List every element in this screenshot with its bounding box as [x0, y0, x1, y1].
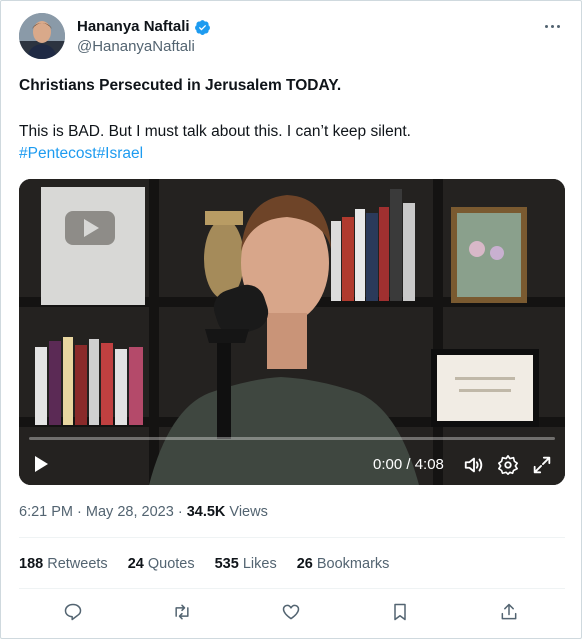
tweet-title: Christians Persecuted in Jerusalem TODAY… — [19, 77, 342, 94]
tweet-date[interactable]: May 28, 2023 — [86, 504, 174, 520]
heart-icon — [282, 604, 300, 620]
bookmark-button[interactable] — [387, 599, 413, 625]
likes-label: Likes — [242, 556, 277, 572]
hashtag-pentecost[interactable]: #Pentecost — [19, 145, 97, 162]
verified-badge-icon — [194, 19, 210, 35]
more-dot — [556, 24, 560, 28]
hashtag-israel[interactable]: #Israel — [97, 145, 144, 162]
avatar-image — [19, 13, 65, 59]
meta-separator: · — [77, 504, 82, 520]
action-bar — [19, 599, 565, 625]
likes-count: 535 — [214, 556, 239, 572]
bookmarks-label: Bookmarks — [316, 556, 390, 572]
tweet-meta: 6:21 PM · May 28, 2023 · 34.5K Views — [19, 502, 268, 522]
tweet-time[interactable]: 6:21 PM — [19, 504, 73, 520]
hashtags: #Pentecost#Israel — [19, 143, 565, 165]
more-options-icon[interactable] — [541, 19, 563, 33]
likes-stat[interactable]: 535 Likes — [215, 554, 277, 574]
progress-bar[interactable] — [29, 437, 555, 440]
display-name[interactable]: Hananya Naftali — [77, 17, 190, 37]
bookmarks-count: 26 — [296, 556, 313, 572]
divider — [19, 537, 565, 538]
bookmarks-stat[interactable]: 26 Bookmarks — [297, 554, 390, 574]
gear-icon[interactable] — [497, 454, 519, 476]
views-label: Views — [229, 504, 268, 520]
video-controls: 0:00 / 4:08 — [19, 443, 565, 485]
tweet-text: Christians Persecuted in Jerusalem TODAY… — [19, 75, 565, 165]
like-button[interactable] — [278, 599, 304, 625]
quotes-count: 24 — [127, 556, 144, 572]
share-button[interactable] — [496, 599, 522, 625]
divider — [19, 588, 565, 589]
fullscreen-icon[interactable] — [531, 454, 553, 476]
author-names: Hananya Naftali @HananyaNaftali — [77, 17, 211, 57]
retweet-button[interactable] — [169, 599, 195, 625]
video-player[interactable]: 0:00 / 4:08 — [19, 179, 565, 485]
avatar[interactable] — [19, 13, 65, 59]
share-icon — [501, 603, 517, 620]
views-count: 34.5K — [186, 504, 226, 520]
reply-button[interactable] — [60, 599, 86, 625]
retweets-label: Retweets — [47, 556, 108, 572]
retweet-icon — [175, 604, 189, 620]
author-handle[interactable]: @HananyaNaftali — [77, 37, 211, 57]
more-dot — [550, 24, 554, 28]
more-dot — [544, 24, 548, 28]
quotes-label: Quotes — [147, 556, 195, 572]
tweet-body: This is BAD. But I must talk about this.… — [19, 123, 411, 140]
meta-separator: · — [177, 504, 183, 520]
video-time: 0:00 / 4:08 — [373, 456, 444, 473]
reply-icon — [64, 603, 82, 621]
quotes-stat[interactable]: 24 Quotes — [128, 554, 195, 574]
tweet-card: Hananya Naftali @HananyaNaftali Christia… — [0, 0, 582, 639]
volume-icon[interactable] — [463, 454, 485, 476]
retweets-stat[interactable]: 188 Retweets — [19, 554, 108, 574]
display-name-row[interactable]: Hananya Naftali — [77, 17, 211, 37]
play-icon[interactable] — [31, 454, 51, 474]
bookmark-icon — [394, 603, 406, 621]
tweet-stats: 188 Retweets 24 Quotes 535 Likes 26 Book… — [19, 554, 389, 574]
retweets-count: 188 — [19, 556, 44, 572]
tweet-header: Hananya Naftali @HananyaNaftali — [19, 13, 567, 61]
